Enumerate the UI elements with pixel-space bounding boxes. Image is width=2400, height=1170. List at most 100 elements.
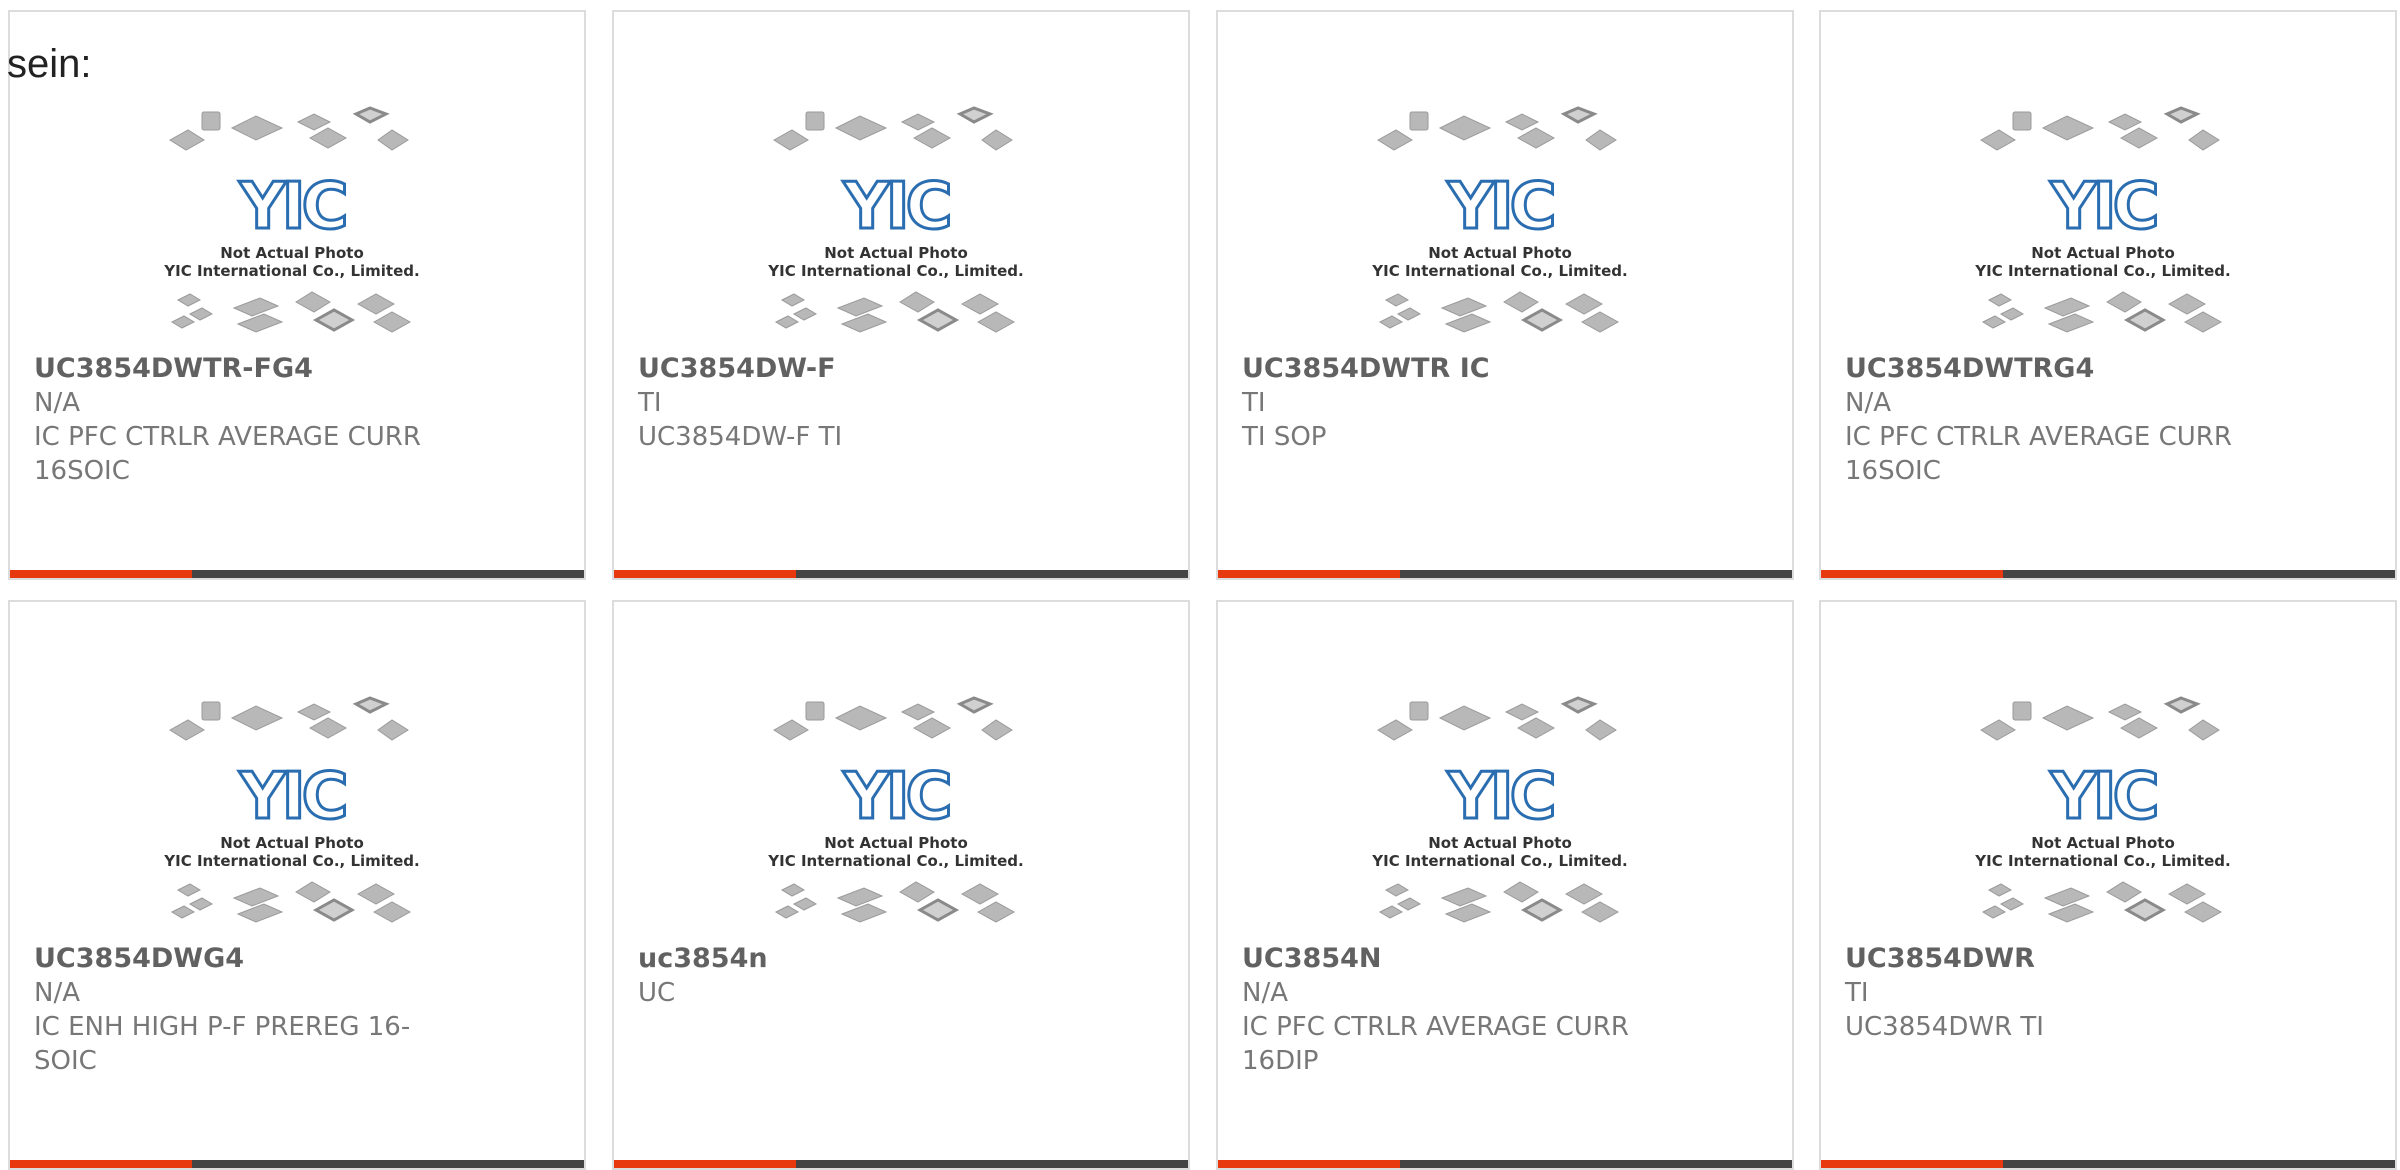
product-grid: YIC Not Actual Photo YIC International C… (0, 0, 2400, 1170)
svg-text:YIC International Co., Limited: YIC International Co., Limited. (1371, 852, 1627, 870)
chip-icons-top (1377, 106, 1617, 151)
svg-text:Not Actual Photo: Not Actual Photo (1428, 834, 1572, 852)
product-card[interactable]: YIC Not Actual Photo YIC International C… (8, 10, 586, 580)
placeholder-image-icon: YIC Not Actual Photo YIC International C… (163, 696, 420, 923)
svg-text:YIC: YIC (1446, 170, 1552, 244)
description: TI SOP (1242, 422, 1327, 452)
card-bottom-bar (1821, 570, 2395, 578)
product-image[interactable]: YIC Not Actual Photo YIC International C… (764, 690, 1054, 938)
chip-icons-top (169, 696, 409, 741)
card-bottom-bar (1821, 1160, 2395, 1168)
product-card[interactable]: YIC Not Actual Photo YIC International C… (1819, 600, 2397, 1170)
part-number-link[interactable]: UC3854DWTR-FG4 (34, 352, 464, 386)
yic-logo: YIC (2048, 759, 2161, 836)
svg-text:YIC: YIC (2049, 170, 2155, 244)
product-info: UC3854DWR TI UC3854DWR TI (1845, 942, 2275, 1044)
product-info: UC3854N N/A IC PFC CTRLR AVERAGE CURR 16… (1242, 942, 1672, 1078)
product-card[interactable]: YIC Not Actual Photo YIC International C… (8, 600, 586, 1170)
lead-text: sein: (7, 42, 92, 86)
product-image[interactable]: YIC Not Actual Photo YIC International C… (1971, 690, 2261, 938)
chip-icons-bottom (774, 881, 1016, 923)
svg-text:YIC: YIC (1446, 760, 1552, 834)
svg-text:Not Actual Photo: Not Actual Photo (220, 244, 364, 262)
card-bar-accent (1218, 570, 1400, 578)
svg-text:YIC International Co., Limited: YIC International Co., Limited. (767, 852, 1023, 870)
product-info: UC3854DWTR IC TI TI SOP (1242, 352, 1672, 454)
manufacturer: TI (1845, 978, 1869, 1008)
chip-icons-bottom (170, 291, 412, 333)
product-card[interactable]: YIC Not Actual Photo YIC International C… (612, 10, 1190, 580)
description: UC3854DWR TI (1845, 1012, 2044, 1042)
manufacturer: N/A (1845, 388, 1891, 418)
svg-text:Not Actual Photo: Not Actual Photo (1428, 244, 1572, 262)
part-number-link[interactable]: UC3854DWTR IC (1242, 352, 1672, 386)
chip-icons-bottom (1981, 881, 2223, 923)
chip-icons-bottom (1981, 291, 2223, 333)
part-number-link[interactable]: UC3854DWR (1845, 942, 2275, 976)
product-image[interactable]: YIC Not Actual Photo YIC International C… (1368, 690, 1658, 938)
svg-text:Not Actual Photo: Not Actual Photo (824, 244, 968, 262)
chip-icons-top (1980, 106, 2220, 151)
part-number-link[interactable]: uc3854n (638, 942, 1068, 976)
svg-text:YIC International Co., Limited: YIC International Co., Limited. (1974, 852, 2230, 870)
product-card[interactable]: YIC Not Actual Photo YIC International C… (1216, 600, 1794, 1170)
manufacturer: N/A (34, 388, 80, 418)
placeholder-image-icon: YIC Not Actual Photo YIC International C… (1974, 696, 2231, 923)
product-image[interactable]: YIC Not Actual Photo YIC International C… (160, 100, 450, 348)
part-number-link[interactable]: UC3854N (1242, 942, 1672, 976)
product-info: UC3854DW-F TI UC3854DW-F TI (638, 352, 1068, 454)
manufacturer: N/A (34, 978, 80, 1008)
chip-icons-bottom (170, 881, 412, 923)
manufacturer: TI (638, 388, 662, 418)
placeholder-image-icon: YIC Not Actual Photo YIC International C… (767, 106, 1024, 333)
product-info: UC3854DWTR-FG4 N/A IC PFC CTRLR AVERAGE … (34, 352, 464, 488)
card-bar-accent (614, 1160, 796, 1168)
product-image[interactable]: YIC Not Actual Photo YIC International C… (160, 690, 450, 938)
svg-text:YIC: YIC (842, 760, 948, 834)
description: IC ENH HIGH P-F PREREG 16-SOIC (34, 1012, 411, 1076)
card-bottom-bar (614, 1160, 1188, 1168)
card-bottom-bar (10, 1160, 584, 1168)
manufacturer: N/A (1242, 978, 1288, 1008)
product-card[interactable]: YIC Not Actual Photo YIC International C… (612, 600, 1190, 1170)
placeholder-image-icon: YIC Not Actual Photo YIC International C… (1974, 106, 2231, 333)
placeholder-image-icon: YIC Not Actual Photo YIC International C… (1371, 106, 1628, 333)
svg-text:Not Actual Photo: Not Actual Photo (824, 834, 968, 852)
part-number-link[interactable]: UC3854DWG4 (34, 942, 464, 976)
product-info: UC3854DWTRG4 N/A IC PFC CTRLR AVERAGE CU… (1845, 352, 2275, 488)
yic-logo: YIC (841, 759, 954, 836)
card-bottom-bar (614, 570, 1188, 578)
yic-logo: YIC (237, 169, 350, 246)
chip-icons-bottom (1378, 291, 1620, 333)
placeholder-image-icon: YIC Not Actual Photo YIC International C… (767, 696, 1024, 923)
card-bar-accent (1821, 570, 2003, 578)
manufacturer: UC (638, 978, 676, 1008)
product-image[interactable]: YIC Not Actual Photo YIC International C… (1368, 100, 1658, 348)
product-card[interactable]: YIC Not Actual Photo YIC International C… (1819, 10, 2397, 580)
chip-icons-top (773, 106, 1013, 151)
chip-icons-bottom (1378, 881, 1620, 923)
yic-logo: YIC (1445, 169, 1558, 246)
chip-icons-top (1980, 696, 2220, 741)
yic-logo: YIC (2048, 169, 2161, 246)
card-bar-accent (1821, 1160, 2003, 1168)
chip-icons-top (773, 696, 1013, 741)
product-card[interactable]: YIC Not Actual Photo YIC International C… (1216, 10, 1794, 580)
card-bar-accent (1218, 1160, 1400, 1168)
card-bar-accent (614, 570, 796, 578)
svg-text:YIC: YIC (842, 170, 948, 244)
card-bar-accent (10, 570, 192, 578)
product-image[interactable]: YIC Not Actual Photo YIC International C… (1971, 100, 2261, 348)
svg-text:YIC: YIC (2049, 760, 2155, 834)
product-info: UC3854DWG4 N/A IC ENH HIGH P-F PREREG 16… (34, 942, 464, 1078)
part-number-link[interactable]: UC3854DWTRG4 (1845, 352, 2275, 386)
chip-icons-bottom (774, 291, 1016, 333)
chip-icons-top (169, 106, 409, 151)
product-image[interactable]: YIC Not Actual Photo YIC International C… (764, 100, 1054, 348)
chip-icons-top (1377, 696, 1617, 741)
description: IC PFC CTRLR AVERAGE CURR 16SOIC (34, 422, 421, 486)
yic-logo: YIC (1445, 759, 1558, 836)
yic-logo: YIC (841, 169, 954, 246)
part-number-link[interactable]: UC3854DW-F (638, 352, 1068, 386)
svg-text:YIC International Co., Limited: YIC International Co., Limited. (1974, 262, 2230, 280)
